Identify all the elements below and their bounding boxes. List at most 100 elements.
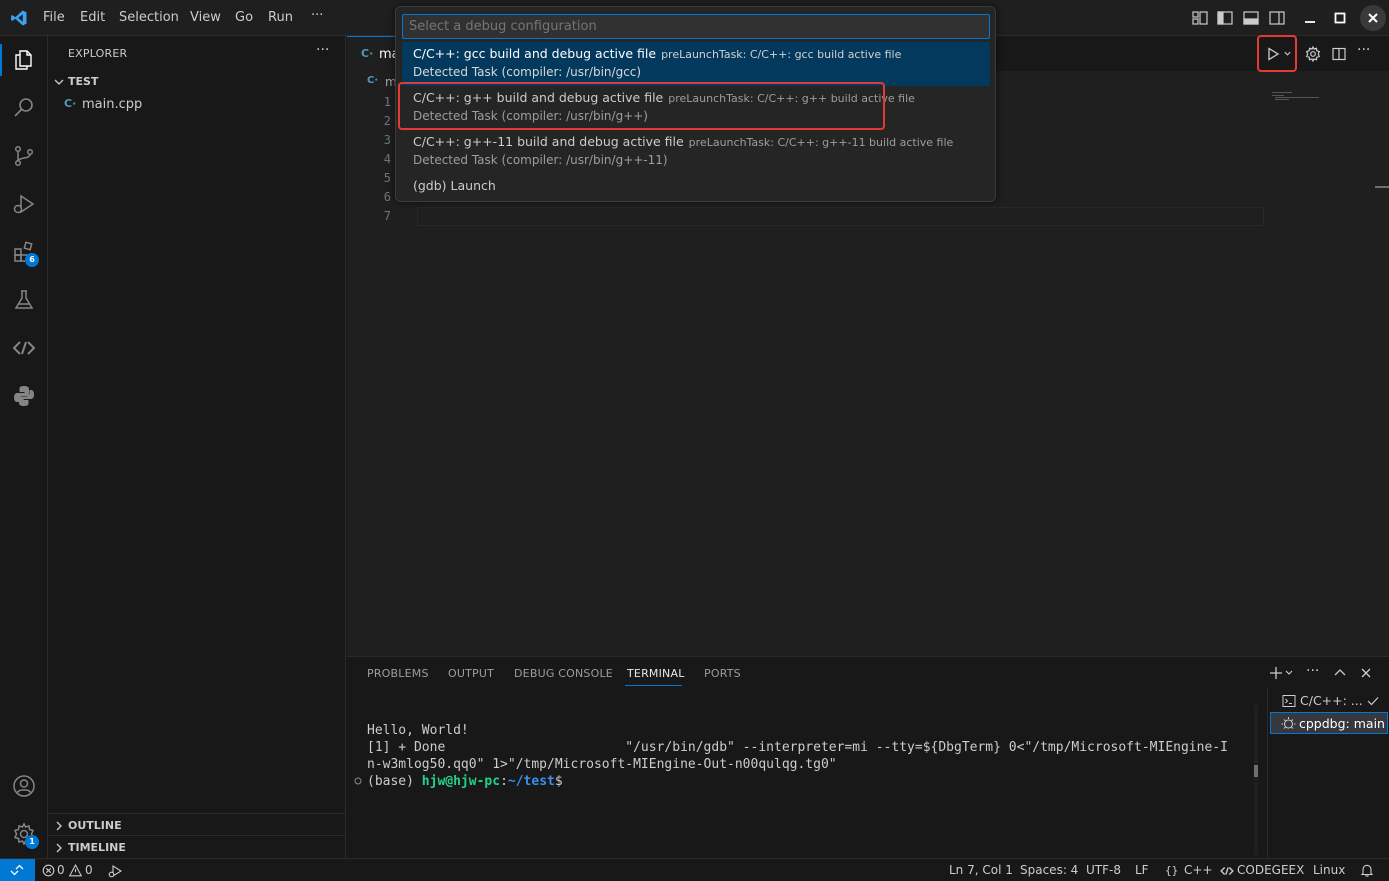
menu-view[interactable]: View — [190, 10, 221, 25]
file-item-main-cpp[interactable]: C· main.cpp — [48, 93, 346, 115]
minimap-line — [1275, 97, 1319, 98]
remote-indicator[interactable] — [0, 859, 35, 881]
line-number: 5 — [383, 171, 391, 185]
testing-icon[interactable] — [12, 288, 36, 312]
activity-bar: 6 1 — [0, 36, 48, 858]
section-divider — [48, 813, 346, 814]
prompt-env: (base) — [367, 774, 422, 789]
end-of-line[interactable]: LF — [1135, 863, 1149, 877]
tab-debug-console[interactable]: DEBUG CONSOLE — [514, 667, 613, 680]
quick-pick-item-gdb-launch[interactable]: (gdb) Launch — [402, 174, 990, 198]
check-icon — [1366, 694, 1380, 708]
source-control-icon[interactable] — [12, 144, 36, 168]
minimap-line — [1275, 99, 1289, 100]
extensions-badge: 6 — [25, 253, 39, 267]
folder-name: TEST — [68, 75, 99, 88]
explorer-title: EXPLORER — [68, 47, 128, 60]
menu-run[interactable]: Run — [268, 10, 293, 25]
line-number: 4 — [383, 152, 391, 166]
timeline-section-header[interactable]: TIMELINE — [48, 837, 346, 859]
menu-file[interactable]: File — [43, 10, 65, 25]
current-line-highlight — [417, 207, 1264, 226]
accounts-icon[interactable] — [12, 774, 36, 798]
section-divider — [48, 835, 346, 836]
chevron-down-icon — [53, 76, 65, 88]
language-mode[interactable]: C++ — [1184, 863, 1213, 877]
quick-pick-item-gpp[interactable]: C/C++: g++ build and debug active file pr… — [402, 86, 990, 130]
file-name: main.cpp — [82, 97, 143, 112]
item-label: (gdb) Launch — [413, 178, 496, 193]
notifications-bell-icon[interactable] — [1360, 863, 1374, 877]
line-number: 1 — [383, 95, 391, 109]
prompt-path: ~/test — [507, 774, 555, 789]
item-label: C/C++: gcc build and debug active file — [413, 46, 657, 61]
line-number: 2 — [383, 114, 391, 128]
manage-badge: 1 — [25, 835, 39, 849]
warning-icon — [69, 864, 82, 877]
menu-more[interactable]: ··· — [311, 8, 323, 23]
minimize-icon[interactable] — [1300, 8, 1320, 28]
python-icon[interactable] — [12, 384, 36, 408]
quick-pick-item-gpp-11[interactable]: C/C++: g++-11 build and debug active fil… — [402, 130, 990, 174]
settings-gear-icon[interactable] — [1305, 46, 1321, 62]
item-detail: Detected Task (compiler: /usr/bin/gcc) — [413, 65, 642, 79]
cursor-position[interactable]: Ln 7, Col 1 — [949, 863, 1013, 877]
menu-selection[interactable]: Selection — [119, 10, 179, 25]
vscode-logo-icon — [10, 9, 28, 27]
customize-layout-icon[interactable] — [1190, 8, 1210, 28]
debug-launch-icon[interactable] — [108, 864, 122, 878]
terminal-output[interactable]: Hello, World! [1] + Done "/usr/bin/gdb" … — [347, 705, 1255, 855]
search-icon[interactable] — [12, 96, 36, 120]
tab-output[interactable]: OUTPUT — [448, 667, 494, 680]
terminal-prompt: (base) hjw@hjw-pc:~/test$ — [367, 774, 563, 789]
run-and-debug-icon[interactable] — [12, 192, 36, 216]
maximize-icon[interactable] — [1330, 8, 1350, 28]
folder-header-test[interactable]: TEST — [48, 71, 346, 93]
debug-configuration-quick-pick: C/C++: gcc build and debug active file pr… — [395, 6, 996, 202]
editor-more-actions[interactable]: ··· — [1357, 42, 1370, 58]
terminal-tab-cpp-build[interactable]: C/C++: ... — [1270, 689, 1388, 711]
warning-count: 0 — [85, 863, 93, 877]
problems-status[interactable]: 0 0 — [42, 859, 97, 881]
active-indicator — [0, 44, 2, 76]
debug-config-search-input[interactable] — [402, 14, 990, 39]
split-editor-icon[interactable] — [1331, 46, 1347, 62]
debug-icon — [1281, 716, 1296, 731]
indentation[interactable]: Spaces: 4 — [1020, 863, 1078, 877]
outline-section-header[interactable]: OUTLINE — [48, 815, 346, 837]
encoding[interactable]: UTF-8 — [1086, 863, 1121, 877]
menu-edit[interactable]: Edit — [80, 10, 105, 25]
tab-problems[interactable]: PROBLEMS — [367, 667, 429, 680]
terminal-scrollbar[interactable] — [1254, 705, 1258, 855]
codegeex-status[interactable]: CODEGEEX — [1220, 859, 1304, 881]
toggle-panel-icon[interactable] — [1241, 8, 1261, 28]
explorer-icon[interactable] — [12, 48, 36, 72]
os-indicator[interactable]: Linux — [1313, 863, 1345, 877]
minimap[interactable] — [1272, 92, 1322, 106]
scrollbar-thumb[interactable] — [1254, 765, 1258, 777]
codegeex-icon[interactable] — [12, 336, 36, 360]
cpp-file-icon: C· — [64, 97, 77, 110]
tab-ports[interactable]: PORTS — [704, 667, 741, 680]
tab-terminal[interactable]: TERMINAL — [627, 667, 685, 680]
maximize-panel-chevron-up-icon[interactable] — [1332, 665, 1348, 681]
panel-more-actions[interactable]: ··· — [1306, 663, 1319, 679]
toggle-primary-sidebar-icon[interactable] — [1215, 8, 1235, 28]
outline-label: OUTLINE — [68, 819, 122, 832]
status-bar: 0 0 Ln 7, Col 1 Spaces: 4 UTF-8 LF {} C+… — [0, 858, 1389, 881]
command-decoration-icon — [354, 777, 362, 785]
quick-pick-item-gcc[interactable]: C/C++: gcc build and debug active file pr… — [402, 42, 990, 86]
explorer-sidebar: EXPLORER ··· TEST C· main.cpp OUTLINE TI… — [48, 36, 346, 858]
new-terminal-plus-icon[interactable] — [1269, 665, 1295, 681]
chevron-right-icon — [53, 842, 65, 854]
close-panel-icon[interactable] — [1358, 665, 1374, 681]
item-description: preLaunchTask: C/C++: gcc build active f… — [661, 48, 902, 61]
close-window-icon[interactable] — [1360, 5, 1386, 31]
explorer-more-actions[interactable]: ··· — [316, 42, 329, 58]
terminal-tab-cppdbg-main[interactable]: cppdbg: main — [1270, 712, 1388, 734]
error-count: 0 — [57, 863, 65, 877]
run-debug-button[interactable] — [1256, 37, 1296, 72]
prompt-user-host: hjw@hjw-pc — [421, 774, 501, 789]
menu-go[interactable]: Go — [235, 10, 253, 25]
toggle-secondary-sidebar-icon[interactable] — [1267, 8, 1287, 28]
